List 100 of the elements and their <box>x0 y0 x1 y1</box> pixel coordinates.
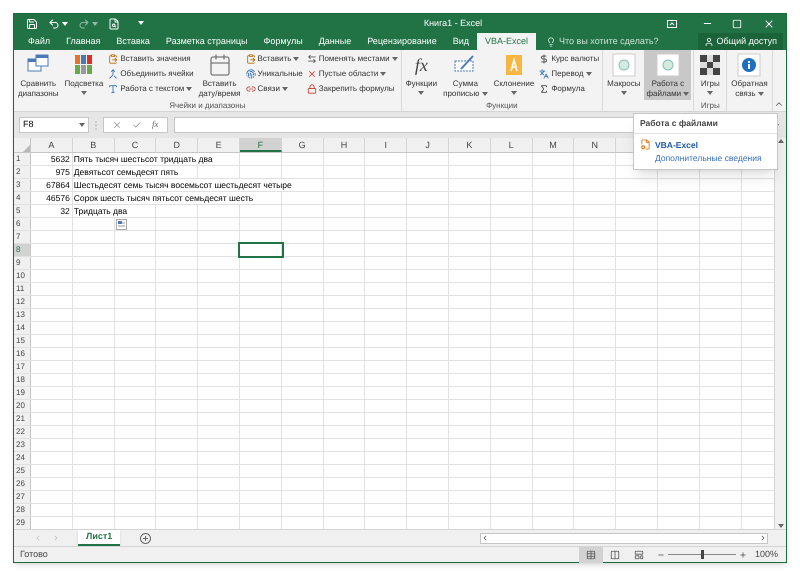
page-layout-icon[interactable] <box>610 550 620 560</box>
row-header[interactable]: 26 <box>14 478 31 490</box>
ribbon-tab[interactable]: Вид <box>444 33 477 50</box>
ribbon-tab[interactable]: Файл <box>20 33 58 50</box>
row-header[interactable]: 11 <box>14 283 31 295</box>
add-sheet-icon[interactable] <box>140 532 152 544</box>
row-header[interactable]: 13 <box>14 309 31 321</box>
zoom-in-icon[interactable] <box>738 550 747 558</box>
ribbon-tab[interactable]: Разметка страницы <box>158 33 256 50</box>
row-header[interactable]: 4 <box>14 192 31 204</box>
row-header[interactable]: 23 <box>14 439 31 451</box>
column-header[interactable]: H <box>324 138 366 152</box>
column-header[interactable]: I <box>365 138 408 152</box>
ribbon-tab[interactable]: Главная <box>58 33 108 50</box>
ribbon-button[interactable]: fx Функции <box>404 50 440 100</box>
ribbon-small-button[interactable]: Поменять местами <box>306 52 399 65</box>
vertical-scrollbar[interactable] <box>774 138 786 529</box>
ribbon-small-button[interactable]: Формула <box>538 82 600 95</box>
ribbon-small-button[interactable]: Работа с текстом <box>107 82 195 95</box>
ribbon-button[interactable]: Обратная связь <box>729 50 770 100</box>
ribbon-button[interactable]: Склонение <box>492 50 536 100</box>
row-header[interactable]: 7 <box>14 231 31 243</box>
cancel-icon[interactable] <box>112 120 122 130</box>
row-header[interactable]: 25 <box>14 465 31 477</box>
ribbon-tab[interactable]: Вставка <box>108 33 158 50</box>
insert-function-button[interactable]: fx <box>152 118 158 132</box>
enter-icon[interactable] <box>132 120 142 130</box>
close-icon[interactable] <box>763 18 775 30</box>
normal-view-icon[interactable] <box>586 550 596 560</box>
share-button[interactable]: Общий доступ <box>698 33 783 50</box>
row-header[interactable]: 5 <box>14 205 31 217</box>
ribbon-button[interactable]: Подсветка <box>62 50 106 100</box>
ribbon-display-icon[interactable] <box>667 20 677 28</box>
column-header[interactable]: F <box>240 138 282 152</box>
tell-me-field[interactable]: Что вы хотите сделать? <box>546 33 680 50</box>
ribbon-button[interactable]: Игры <box>696 50 724 100</box>
ribbon-tab[interactable]: Рецензирование <box>359 33 445 50</box>
zoom-slider[interactable] <box>668 550 736 559</box>
ribbon-small-button[interactable]: Курс валюты <box>538 52 600 65</box>
ribbon-button[interactable]: Сумма прописью <box>441 50 490 100</box>
row-header[interactable]: 2 <box>14 166 31 178</box>
ribbon-tab[interactable]: VBA-Excel <box>477 33 536 50</box>
row-header[interactable]: 28 <box>14 504 31 516</box>
row-header[interactable]: 12 <box>14 296 31 308</box>
row-header[interactable]: 27 <box>14 491 31 503</box>
ribbon-button[interactable]: Вставить дату/время <box>196 50 242 100</box>
row-header[interactable]: 19 <box>14 387 31 399</box>
ribbon-small-button[interactable]: Пустые области <box>306 67 399 80</box>
sheet-tab[interactable]: Лист1 <box>78 530 120 546</box>
ribbon-small-button[interactable]: Вставить <box>244 52 304 65</box>
column-header[interactable]: G <box>282 138 324 152</box>
row-header[interactable]: 8 <box>14 244 31 256</box>
column-header[interactable]: C <box>114 138 156 152</box>
ribbon-small-button[interactable]: Закрепить формулы <box>306 82 399 95</box>
scroll-right-icon[interactable] <box>759 534 767 542</box>
row-header[interactable]: 10 <box>14 270 31 282</box>
column-header[interactable]: B <box>72 138 115 152</box>
active-cell[interactable] <box>240 244 282 256</box>
ribbon-small-button[interactable]: Перевод <box>538 67 600 80</box>
column-header[interactable]: M <box>532 138 574 152</box>
column-header[interactable]: L <box>490 138 533 152</box>
column-header[interactable]: N <box>574 138 616 152</box>
page-break-icon[interactable] <box>634 550 644 560</box>
row-header[interactable]: 3 <box>14 179 31 191</box>
row-header[interactable]: 24 <box>14 452 31 464</box>
name-box[interactable]: F8 <box>19 117 89 133</box>
zoom-level[interactable]: 100% <box>746 548 786 562</box>
row-header[interactable]: 29 <box>14 517 31 529</box>
row-header[interactable]: 22 <box>14 426 31 438</box>
row-header[interactable]: 17 <box>14 361 31 373</box>
maximize-icon[interactable] <box>732 18 742 28</box>
row-header[interactable]: 9 <box>14 257 31 269</box>
row-header[interactable]: 15 <box>14 335 31 347</box>
column-header[interactable]: J <box>407 138 449 152</box>
ribbon-button[interactable]: Сравнить диапазоны <box>16 50 60 100</box>
row-header[interactable]: 20 <box>14 400 31 412</box>
horizontal-scrollbar[interactable] <box>480 532 768 544</box>
redo-icon[interactable] <box>78 18 90 30</box>
paste-options-icon[interactable] <box>116 219 127 230</box>
scroll-left-icon[interactable] <box>481 534 489 542</box>
row-header[interactable]: 18 <box>14 374 31 386</box>
ribbon-button[interactable]: Макросы <box>605 50 642 100</box>
menu-item[interactable]: VBA-Excel Дополнительные сведения <box>634 134 768 166</box>
ribbon-small-button[interactable]: Вставить значения <box>107 52 195 65</box>
row-header[interactable]: 16 <box>14 348 31 360</box>
row-header[interactable]: 6 <box>14 218 31 230</box>
undo-icon[interactable] <box>48 18 60 30</box>
column-header[interactable]: K <box>448 138 491 152</box>
ribbon-button[interactable]: Работа с файлами <box>644 50 692 100</box>
ribbon-small-button[interactable]: Уникальные <box>244 67 304 80</box>
print-preview-icon[interactable] <box>108 18 120 30</box>
row-header[interactable]: 14 <box>14 322 31 334</box>
save-icon[interactable] <box>26 18 38 30</box>
ribbon-tab[interactable]: Данные <box>310 33 360 50</box>
column-header[interactable]: D <box>156 138 198 152</box>
ribbon-small-button[interactable]: Связи <box>244 82 304 95</box>
ribbon-tab[interactable]: Формулы <box>256 33 311 50</box>
column-header[interactable]: A <box>31 138 73 152</box>
row-header[interactable]: 21 <box>14 413 31 425</box>
ribbon-small-button[interactable]: Объединить ячейки <box>107 67 195 80</box>
